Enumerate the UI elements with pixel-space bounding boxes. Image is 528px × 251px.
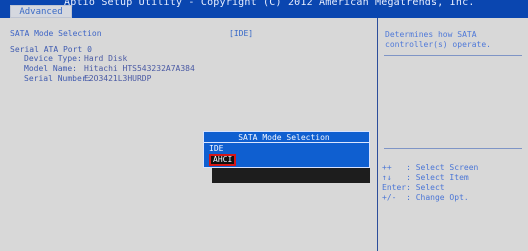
help-panel: Determines how SATA controller(s) operat… bbox=[377, 18, 528, 251]
tab-advanced[interactable]: Advanced bbox=[10, 5, 72, 18]
device-type-label: Device Type: bbox=[24, 54, 82, 63]
serial-number-label: Serial Number: bbox=[24, 74, 92, 83]
sata-mode-value[interactable]: [IDE] bbox=[229, 29, 253, 39]
model-name-label: Model Name: bbox=[24, 64, 77, 73]
sata-mode-popup[interactable]: SATA Mode Selection IDE AHCI bbox=[203, 131, 370, 168]
help-divider-top bbox=[384, 55, 522, 56]
popup-title-divider bbox=[204, 142, 369, 143]
device-type-value: Hard Disk bbox=[84, 54, 128, 63]
bios-screen: Aptio Setup Utility - Copyright (C) 2012… bbox=[0, 0, 528, 251]
model-name-value: Hitachi HTS543232A7A384 bbox=[84, 64, 195, 73]
serial-number-value: E2O3421L3HURDP bbox=[84, 74, 152, 83]
top-header: Aptio Setup Utility - Copyright (C) 2012… bbox=[0, 0, 528, 18]
option-ahci-selected[interactable]: AHCI bbox=[209, 154, 237, 166]
key-help: ++ : Select Screen ↑↓ : Select Item Ente… bbox=[382, 163, 479, 202]
sata-mode-label: SATA Mode Selection bbox=[10, 29, 102, 38]
option-ide[interactable]: IDE bbox=[209, 144, 223, 154]
help-divider-bottom bbox=[384, 148, 522, 149]
bios-title: Aptio Setup Utility - Copyright (C) 2012… bbox=[64, 0, 475, 8]
help-description: Determines how SATA controller(s) operat… bbox=[385, 30, 491, 49]
